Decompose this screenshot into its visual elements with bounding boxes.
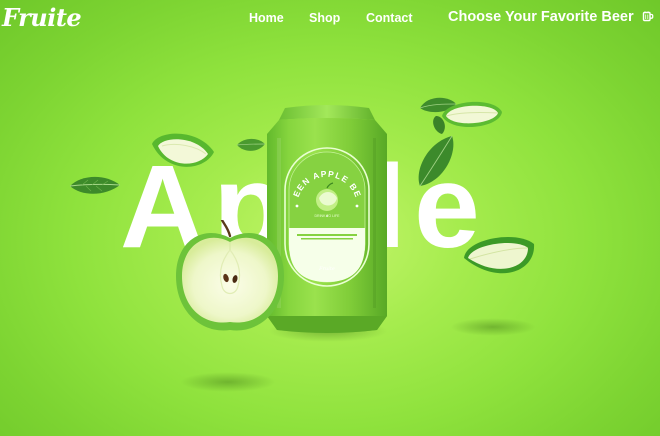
apple-slice-top-right-icon — [442, 101, 502, 128]
landing-page: Fruite Home Shop Contact Choose Your Fav… — [0, 0, 660, 436]
nav-link-home[interactable]: Home — [249, 11, 284, 25]
choose-beer-link[interactable]: Choose Your Favorite Beer — [448, 9, 654, 26]
apple-slice-shadow — [450, 318, 536, 336]
apple-slice-left-icon — [152, 133, 214, 167]
apple-half-icon — [176, 220, 284, 331]
brand-logo[interactable]: Fruite — [2, 3, 82, 32]
top-navigation: Fruite Home Shop Contact Choose Your Fav… — [0, 0, 660, 38]
nav-link-contact[interactable]: Contact — [366, 11, 413, 25]
leaf-right-icon — [418, 135, 454, 187]
apple-half-shadow — [180, 372, 276, 392]
nav-link-shop[interactable]: Shop — [309, 11, 340, 25]
leaf-left-icon — [69, 176, 121, 194]
apple-slice-right-icon — [464, 236, 535, 274]
beer-mug-icon — [642, 10, 654, 26]
can-tagline: DRINK TO LIFE — [314, 214, 340, 218]
choose-beer-label: Choose Your Favorite Beer — [448, 9, 634, 25]
leaf-small-icon — [236, 138, 266, 151]
